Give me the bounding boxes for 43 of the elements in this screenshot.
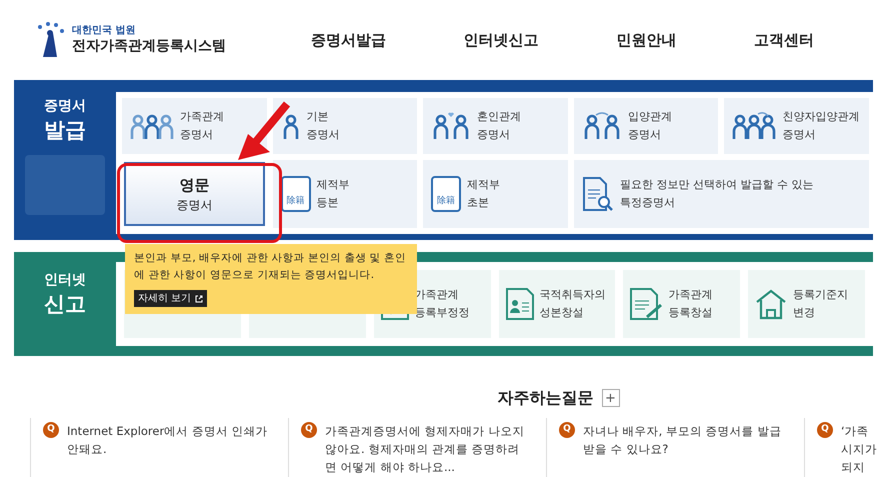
certificate-tile[interactable]: 기본 증명서 [272, 98, 418, 154]
section-title-large: 신고 [44, 291, 86, 318]
nav-link[interactable]: 증명서발급 [310, 28, 386, 52]
certificate-tile[interactable]: 혼인관계 증명서 [423, 98, 568, 154]
faq-item[interactable]: Q Internet Explorer에서 증명서 인쇄가 안돼요. [30, 418, 288, 477]
document-search-icon [582, 176, 614, 212]
certificate-tile[interactable]: 필요한 정보만 선택하여 발급할 수 있는 특정증명서 [574, 160, 869, 228]
external-link-icon [195, 294, 204, 302]
couple-heart-icon [431, 110, 472, 141]
question-badge: Q [817, 422, 833, 438]
certificate-tile[interactable]: 가족관계 증명서 [122, 98, 267, 154]
section-title-large: 발급 [44, 117, 86, 144]
document-pen-icon [629, 287, 664, 321]
couple-arrow-icon [582, 110, 622, 141]
certificate-tile[interactable]: 除籍 제적부 초본 [423, 160, 568, 228]
nav-link[interactable]: 민원안내 [616, 28, 676, 52]
details-link[interactable]: 자세히 보기 [134, 290, 208, 307]
report-tile[interactable]: 등록기준지 변경 [748, 270, 865, 338]
certificate-tile[interactable]: 친양자입양관계 증명서 [724, 98, 869, 154]
certificate-tile[interactable]: 영문 증명서 [124, 162, 265, 226]
section-title-small: 인터넷 [44, 271, 86, 290]
report-tile[interactable]: 국적취득자의 성본창설 [498, 270, 616, 338]
document-icon: 除籍 [431, 176, 462, 212]
question-badge: Q [301, 422, 317, 438]
nav-link[interactable]: 고객센터 [754, 28, 814, 52]
faq-title: 자주하는질문 [498, 387, 594, 409]
house-icon [754, 288, 788, 320]
question-badge: Q [559, 422, 575, 438]
question-badge: Q [43, 422, 59, 438]
more-button[interactable]: + [602, 389, 620, 407]
report-tile[interactable]: 가족관계 등록창설 [623, 270, 740, 338]
certificate-tile[interactable]: 입양관계 증명서 [574, 98, 718, 154]
faq-item[interactable]: Q 가족관계증명서에 형제자매가 나오지 않아요. 형제자매의 관계를 증명하려 면 어떻게 해야 하나요... [288, 418, 546, 477]
certificate-tile[interactable]: 除籍 제적부 등본 [272, 160, 418, 228]
court-label: 대한민국 법원 [72, 25, 136, 38]
document-person-icon [504, 287, 534, 321]
faq-item[interactable]: Q 자녀나 배우자, 부모의 증명서를 발급 받을 수 있나요? [546, 418, 804, 477]
faq-item[interactable]: Q ‘가족 시지가 되지 [804, 418, 884, 477]
document-icon: 除籍 [280, 176, 311, 212]
system-title: 전자가족관계등록시스템 [72, 38, 226, 55]
nav-link[interactable]: 인터넷신고 [464, 28, 539, 52]
family-arrow-icon [732, 110, 776, 141]
section-title-small: 증명서 [44, 97, 86, 116]
